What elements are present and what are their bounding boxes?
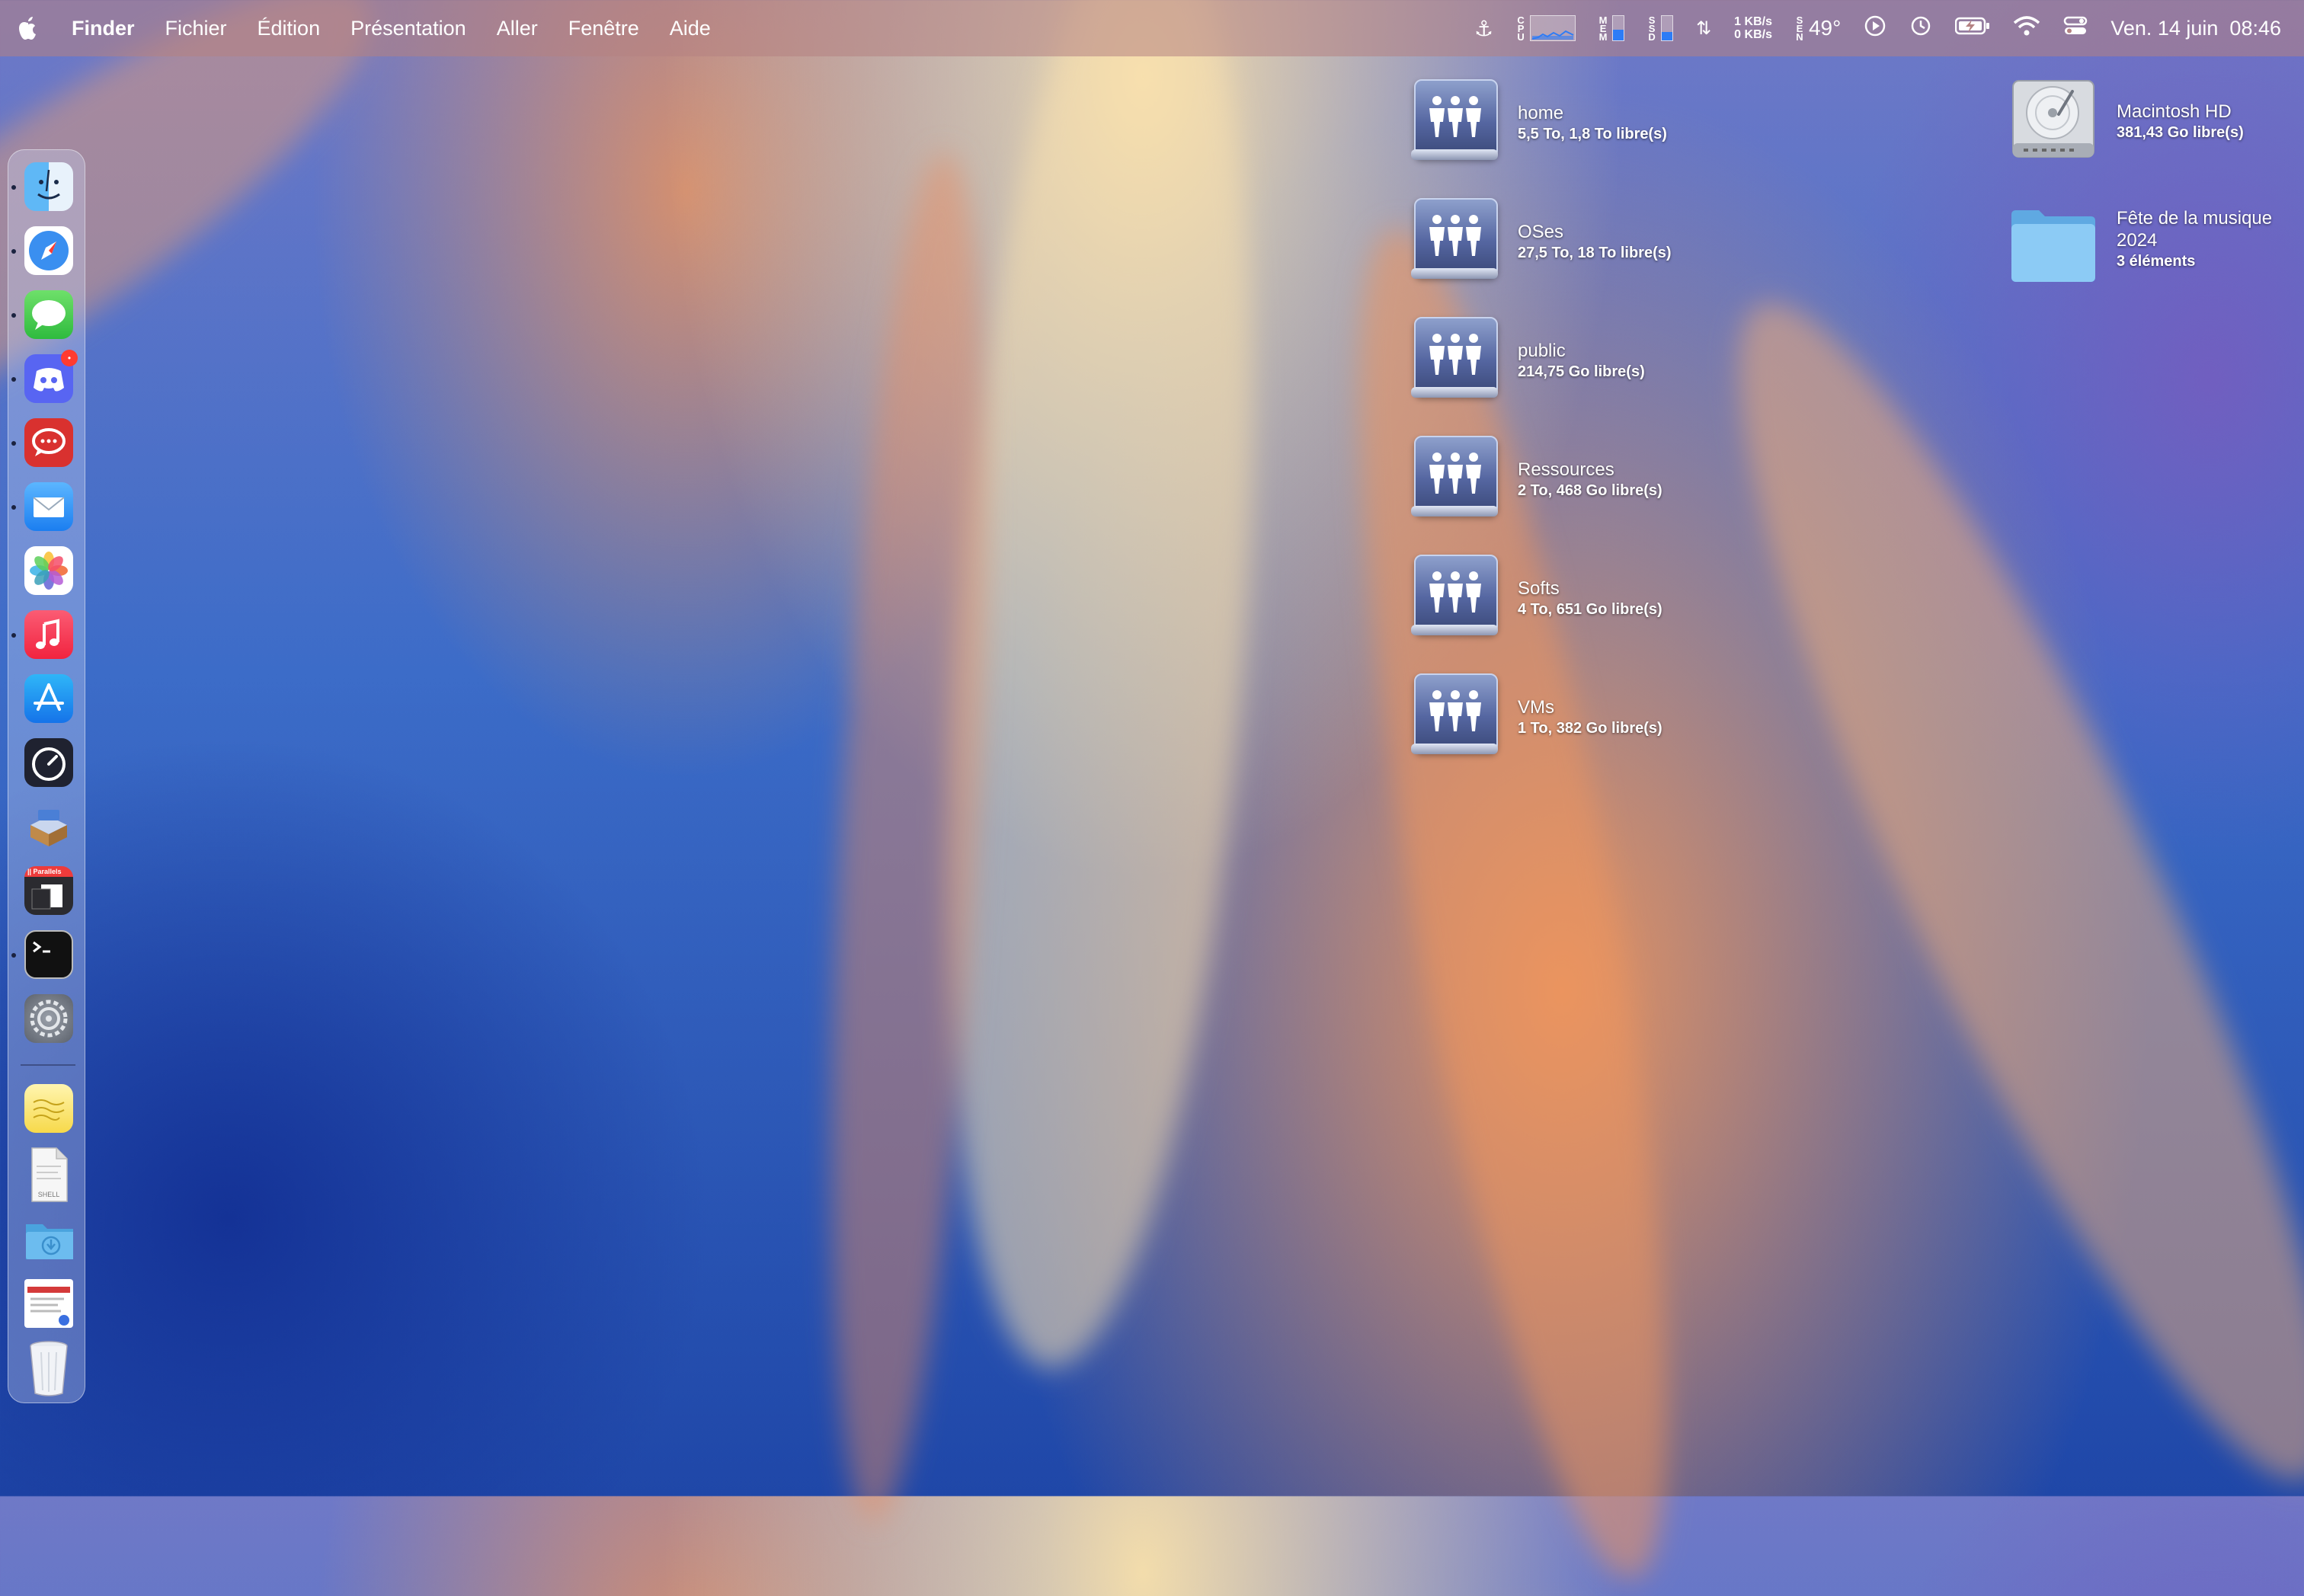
menu-presentation[interactable]: Présentation: [335, 17, 482, 40]
folder-icon: [2008, 204, 2098, 288]
folder-fete-musique[interactable]: Fête de la musique 2024 3 éléments: [2008, 204, 2272, 288]
ssd-label: SSD: [1648, 14, 1656, 43]
speeko-icon[interactable]: [24, 418, 73, 467]
control-center-icon[interactable]: [2063, 15, 2088, 42]
share-name: VMs: [1518, 697, 1554, 718]
share-oses[interactable]: OSes 27,5 To, 18 To libre(s): [1411, 195, 1672, 285]
shell-script-icon[interactable]: SHELL: [24, 1147, 73, 1203]
share-info: 5,5 To, 1,8 To libre(s): [1518, 126, 1667, 142]
terminal-icon[interactable]: [24, 930, 73, 979]
share-ressources[interactable]: Ressources 2 To, 468 Go libre(s): [1411, 433, 1662, 523]
parallels-icon[interactable]: || Parallels: [24, 866, 73, 915]
share-name: public: [1518, 341, 1566, 361]
running-indicator: [11, 377, 16, 382]
share-name: OSes: [1518, 222, 1564, 242]
now-playing-icon[interactable]: [1864, 14, 1886, 43]
discord-icon[interactable]: •: [24, 350, 78, 403]
share-name: home: [1518, 103, 1564, 123]
network-share-icon: [1411, 314, 1498, 404]
menu-app-finder[interactable]: Finder: [56, 17, 150, 40]
finder-icon[interactable]: [24, 162, 73, 211]
mail-icon[interactable]: [24, 482, 73, 531]
folder-name-line1: Fête de la musique: [2117, 208, 2273, 229]
trash-icon[interactable]: [24, 1340, 73, 1398]
disk-name: Macintosh HD: [2117, 101, 2232, 122]
share-info: 1 To, 382 Go libre(s): [1518, 720, 1662, 737]
parallels-label: || Parallels: [27, 868, 62, 875]
ssd-meter[interactable]: SSD: [1647, 14, 1674, 43]
sensor-readout[interactable]: SEN 49°: [1795, 14, 1842, 43]
time-machine-icon[interactable]: [1909, 14, 1932, 43]
temperature-value: 49°: [1808, 16, 1842, 40]
screenshot-stack-icon[interactable]: [24, 1279, 73, 1328]
network-speed[interactable]: 1 KB/s 0 KB/s: [1734, 15, 1772, 41]
running-indicator: [11, 633, 16, 638]
share-name: Ressources: [1518, 459, 1614, 480]
running-indicator: [11, 249, 16, 254]
net-up-value: 1 KB/s: [1734, 15, 1772, 28]
network-share-icon: [1411, 195, 1498, 285]
memory-meter[interactable]: MEM: [1598, 14, 1625, 43]
share-info: 27,5 To, 18 To libre(s): [1518, 245, 1672, 261]
dock-separator: [21, 1064, 75, 1066]
share-home[interactable]: home 5,5 To, 1,8 To libre(s): [1411, 76, 1667, 166]
share-softs[interactable]: Softs 4 To, 651 Go libre(s): [1411, 552, 1662, 641]
disk-info: 381,43 Go libre(s): [2117, 124, 2244, 141]
sensor-label: SEN: [1796, 14, 1803, 43]
running-indicator: [11, 505, 16, 510]
folder-info: 3 éléments: [2117, 253, 2196, 270]
stickies-icon[interactable]: [24, 1084, 73, 1133]
network-share-icon: [1411, 670, 1498, 760]
network-share-icon: [1411, 552, 1498, 641]
activity-gauge-icon[interactable]: [24, 738, 73, 787]
macintosh-hd[interactable]: Macintosh HD 381,43 Go libre(s): [2008, 75, 2244, 165]
installer-icon[interactable]: [24, 802, 73, 851]
menu-bar: Finder Fichier Édition Présentation Alle…: [0, 0, 2304, 56]
mem-label: MEM: [1598, 14, 1608, 43]
running-indicator: [11, 185, 16, 190]
app-store-icon[interactable]: [24, 674, 73, 723]
system-settings-icon[interactable]: [24, 994, 73, 1043]
running-indicator: [11, 441, 16, 446]
messages-icon[interactable]: [24, 290, 73, 339]
cpu-label: CPU: [1517, 14, 1525, 43]
share-info: 2 To, 468 Go libre(s): [1518, 482, 1662, 499]
share-name: Softs: [1518, 578, 1560, 599]
music-icon[interactable]: [24, 610, 73, 659]
menu-aide[interactable]: Aide: [654, 17, 726, 40]
datetime[interactable]: Ven. 14 juin 08:46: [2110, 17, 2281, 40]
network-share-icon: [1411, 433, 1498, 523]
share-vms[interactable]: VMs 1 To, 382 Go libre(s): [1411, 670, 1662, 760]
hard-drive-icon: [2008, 75, 2098, 165]
ssd-bar: [1661, 15, 1674, 41]
wifi-icon[interactable]: [2013, 15, 2040, 42]
menu-fenetre[interactable]: Fenêtre: [553, 17, 654, 40]
network-share-icon: [1411, 76, 1498, 166]
network-arrows-icon[interactable]: ⇅: [1696, 18, 1711, 40]
mem-bar: [1612, 15, 1625, 41]
cpu-graph: [1530, 15, 1576, 41]
share-public[interactable]: public 214,75 Go libre(s): [1411, 314, 1645, 404]
shell-label: SHELL: [37, 1191, 60, 1198]
net-down-value: 0 KB/s: [1734, 28, 1772, 41]
menu-fichier[interactable]: Fichier: [150, 17, 242, 40]
cpu-meter[interactable]: CPU: [1516, 14, 1576, 43]
menu-edition[interactable]: Édition: [242, 17, 336, 40]
running-indicator: [11, 313, 16, 318]
safari-icon[interactable]: [24, 226, 73, 275]
dock: • || Parallels SHELL: [8, 149, 85, 1403]
apple-menu-icon[interactable]: [0, 0, 56, 56]
hook-icon[interactable]: ⚓: [1474, 16, 1493, 41]
menu-aller[interactable]: Aller: [482, 17, 553, 40]
downloads-folder-icon[interactable]: [24, 1215, 73, 1264]
photos-icon[interactable]: [24, 546, 73, 595]
share-info: 214,75 Go libre(s): [1518, 363, 1645, 380]
running-indicator: [11, 953, 16, 958]
battery-charging-icon[interactable]: [1955, 17, 1990, 40]
share-info: 4 To, 651 Go libre(s): [1518, 601, 1662, 618]
notification-badge: •: [61, 350, 78, 366]
folder-name-line2: 2024: [2117, 230, 2158, 251]
